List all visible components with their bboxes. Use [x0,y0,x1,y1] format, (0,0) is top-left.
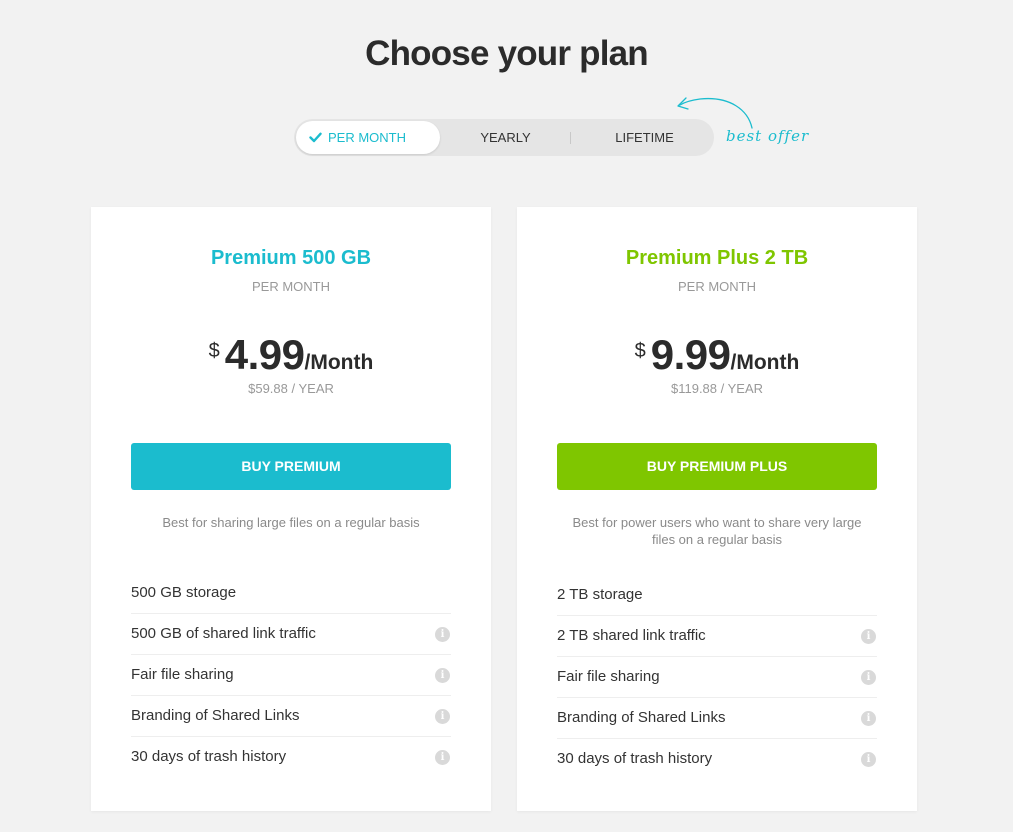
feature-list: 500 GB storage 500 GB of shared link tra… [131,573,451,777]
feature-list: 2 TB storage 2 TB shared link traffic i F… [557,575,877,779]
feature-item: Fair file sharing i [131,654,451,695]
plan-card-premium-plus: Premium Plus 2 TB PER MONTH $9.99/Month … [517,207,917,811]
price-unit: /Month [730,351,800,374]
plan-period: PER MONTH [678,279,756,294]
feature-item: Branding of Shared Links i [131,695,451,736]
currency-symbol: $ [208,340,220,362]
feature-label: 30 days of trash history [131,748,287,765]
price-amount: 4.99 [224,331,305,378]
feature-item: 2 TB storage [557,575,877,615]
info-icon[interactable]: i [435,668,450,683]
feature-item: 30 days of trash history i [131,736,451,777]
toggle-divider [570,132,571,144]
plan-name: Premium Plus 2 TB [625,247,809,269]
price-unit: /Month [304,351,374,374]
feature-label: Branding of Shared Links [557,709,726,726]
feature-item: Fair file sharing i [557,656,877,697]
feature-item: 500 GB of shared link traffic i [131,613,451,654]
info-icon[interactable]: i [861,629,876,644]
feature-label: 30 days of trash history [557,750,713,767]
feature-label: Branding of Shared Links [131,707,300,724]
best-offer-label: best offer [726,127,810,145]
feature-label: 2 TB shared link traffic [557,627,706,644]
feature-item: 2 TB shared link traffic i [557,615,877,656]
buy-premium-button[interactable]: BUY PREMIUM [131,443,451,490]
page-title: Choose your plan [365,34,649,73]
info-icon[interactable]: i [435,750,450,765]
yearly-price: $59.88 / YEAR [248,381,334,396]
plan-card-premium: Premium 500 GB PER MONTH $4.99/Month $59… [91,207,491,811]
plan-name: Premium 500 GB [210,247,372,269]
buy-premium-plus-button[interactable]: BUY PREMIUM PLUS [557,443,877,490]
info-icon[interactable]: i [861,752,876,767]
feature-label: 2 TB storage [557,586,643,603]
toggle-option-per-month[interactable]: PER MONTH [296,121,440,154]
feature-item: 500 GB storage [131,573,451,613]
plan-period: PER MONTH [252,279,330,294]
feature-item: 30 days of trash history i [557,738,877,779]
info-icon[interactable]: i [435,627,450,642]
toggle-option-yearly[interactable]: YEARLY [442,119,569,156]
feature-label: Fair file sharing [557,668,660,685]
feature-item: Branding of Shared Links i [557,697,877,738]
feature-label: 500 GB storage [131,584,237,601]
billing-period-toggle: PER MONTH YEARLY LIFETIME [294,119,714,156]
info-icon[interactable]: i [861,711,876,726]
info-icon[interactable]: i [435,709,450,724]
check-icon [309,132,322,143]
yearly-price: $119.88 / YEAR [670,381,764,396]
price-amount: 9.99 [650,331,731,378]
plan-description: Best for power users who want to share v… [572,515,862,547]
info-icon[interactable]: i [861,670,876,685]
plan-price: $4.99/Month [91,331,491,379]
feature-label: Fair file sharing [131,666,234,683]
toggle-option-label: PER MONTH [328,130,406,145]
plan-description: Best for sharing large files on a regula… [162,515,420,530]
plan-price: $9.99/Month [517,331,917,379]
feature-label: 500 GB of shared link traffic [131,625,316,642]
currency-symbol: $ [634,340,646,362]
